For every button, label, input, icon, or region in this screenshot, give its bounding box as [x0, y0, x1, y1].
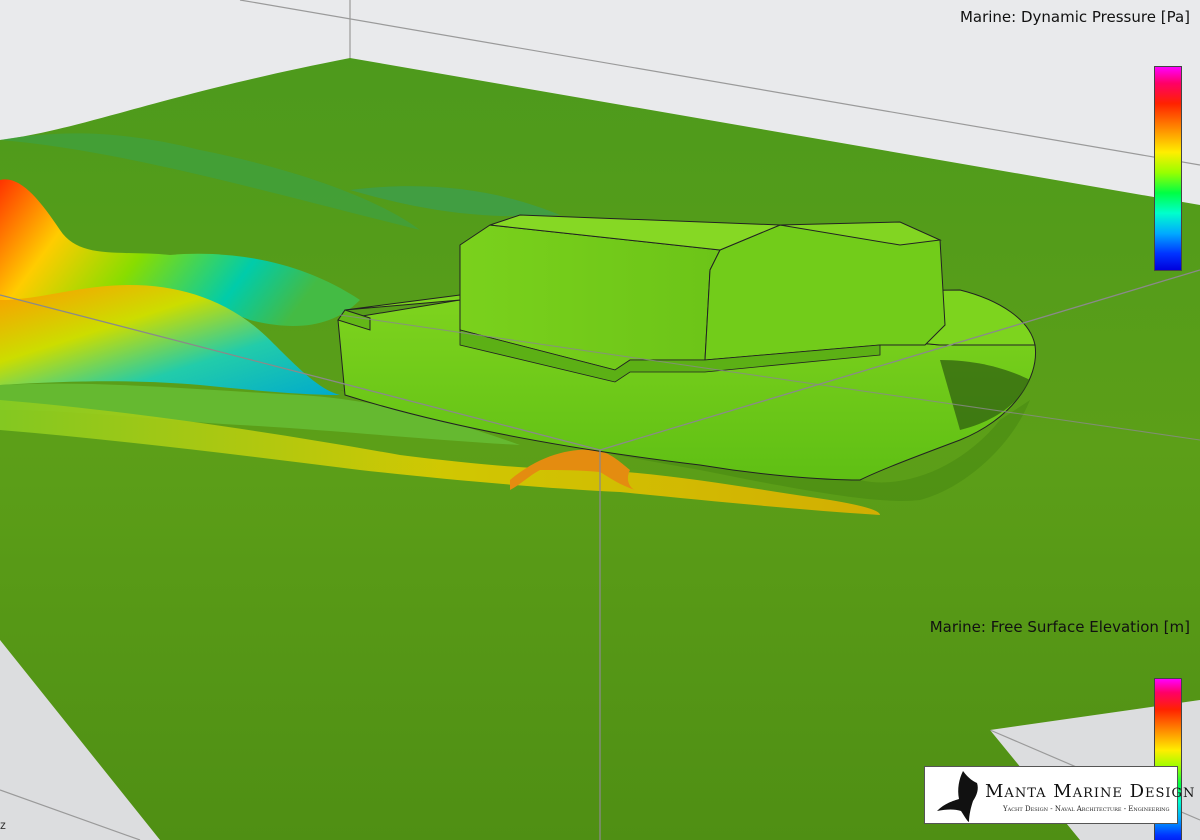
axis-triad-label: z	[0, 818, 6, 832]
logo-tagline: Yacht Design - Naval Architecture - Engi…	[1003, 805, 1170, 813]
cfd-scene	[0, 0, 1200, 840]
company-logo: Manta Marine Design Yacht Design - Naval…	[924, 766, 1194, 824]
cabin-forward	[704, 224, 946, 361]
free-surface-elevation-legend-title: Marine: Free Surface Elevation [m]	[929, 618, 1190, 636]
manta-ray-icon	[937, 771, 978, 822]
logo-company-name: Manta Marine Design	[985, 781, 1196, 802]
dynamic-pressure-colorbar	[1154, 66, 1182, 271]
dynamic-pressure-legend-title: Marine: Dynamic Pressure [Pa]	[959, 8, 1190, 26]
cfd-viewport[interactable]: Marine: Dynamic Pressure [Pa] Marine: Fr…	[0, 0, 1200, 840]
